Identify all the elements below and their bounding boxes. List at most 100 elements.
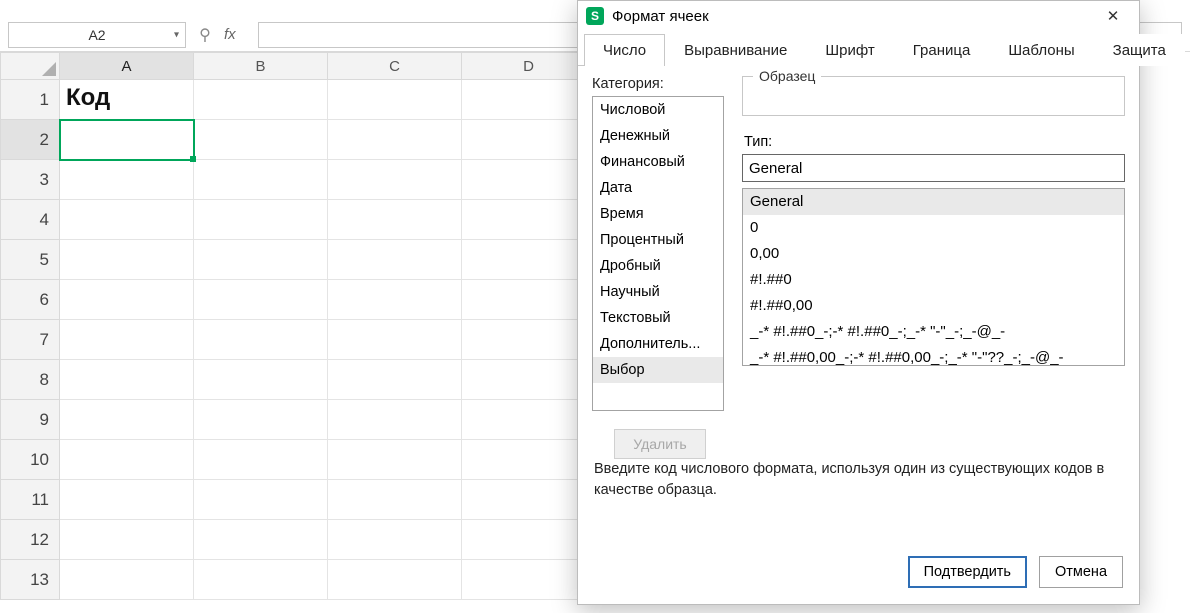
- category-item[interactable]: Научный: [593, 279, 723, 305]
- tab-Защита[interactable]: Защита: [1094, 34, 1185, 66]
- row-header[interactable]: 4: [0, 200, 60, 240]
- row-header[interactable]: 12: [0, 520, 60, 560]
- cell[interactable]: [194, 480, 328, 520]
- cell[interactable]: [328, 480, 462, 520]
- type-item[interactable]: 0: [743, 215, 1124, 241]
- type-item[interactable]: _-* #!.##0,00_-;-* #!.##0,00_-;_-* "-"??…: [743, 345, 1124, 366]
- cell[interactable]: [462, 400, 596, 440]
- cell[interactable]: [60, 440, 194, 480]
- type-item[interactable]: #!.##0,00: [743, 293, 1124, 319]
- tab-Шаблоны[interactable]: Шаблоны: [989, 34, 1093, 66]
- cell[interactable]: [60, 320, 194, 360]
- category-item[interactable]: Время: [593, 201, 723, 227]
- type-item[interactable]: #!.##0: [743, 267, 1124, 293]
- zoom-out-icon[interactable]: ⚲: [196, 25, 214, 45]
- cell[interactable]: [328, 200, 462, 240]
- type-item[interactable]: General: [743, 189, 1124, 215]
- category-item[interactable]: Выбор: [593, 357, 723, 383]
- cell[interactable]: [194, 360, 328, 400]
- cell[interactable]: [60, 480, 194, 520]
- cell[interactable]: [328, 400, 462, 440]
- tab-Число[interactable]: Число: [584, 34, 665, 66]
- cancel-button[interactable]: Отмена: [1039, 556, 1123, 588]
- type-input[interactable]: [742, 154, 1125, 182]
- cell[interactable]: [60, 240, 194, 280]
- column-header[interactable]: D: [462, 52, 596, 80]
- category-item[interactable]: Денежный: [593, 123, 723, 149]
- cell[interactable]: [60, 200, 194, 240]
- row-header[interactable]: 8: [0, 360, 60, 400]
- category-item[interactable]: Дополнитель...: [593, 331, 723, 357]
- category-item[interactable]: Дробный: [593, 253, 723, 279]
- name-box[interactable]: A2 ▾: [8, 22, 186, 48]
- row-header[interactable]: 1: [0, 80, 60, 120]
- cell[interactable]: [328, 440, 462, 480]
- category-item[interactable]: Дата: [593, 175, 723, 201]
- cell[interactable]: [194, 560, 328, 600]
- cell[interactable]: [462, 520, 596, 560]
- cell[interactable]: [194, 320, 328, 360]
- cell[interactable]: [194, 400, 328, 440]
- cell[interactable]: [328, 80, 462, 120]
- cell[interactable]: [328, 120, 462, 160]
- cell[interactable]: [194, 240, 328, 280]
- cell[interactable]: [194, 80, 328, 120]
- tab-Шрифт[interactable]: Шрифт: [806, 34, 893, 66]
- cell[interactable]: [328, 520, 462, 560]
- cell[interactable]: [194, 280, 328, 320]
- cell[interactable]: [462, 440, 596, 480]
- cell[interactable]: [194, 200, 328, 240]
- category-item[interactable]: Числовой: [593, 97, 723, 123]
- cell[interactable]: [194, 520, 328, 560]
- row-header[interactable]: 5: [0, 240, 60, 280]
- type-item[interactable]: 0,00: [743, 241, 1124, 267]
- cell[interactable]: [328, 240, 462, 280]
- cell[interactable]: Код: [60, 80, 194, 120]
- confirm-button[interactable]: Подтвердить: [908, 556, 1027, 588]
- close-icon[interactable]: ✕: [1091, 2, 1135, 30]
- cell[interactable]: [328, 320, 462, 360]
- category-list[interactable]: ЧисловойДенежныйФинансовыйДатаВремяПроце…: [592, 96, 724, 411]
- cell[interactable]: [60, 400, 194, 440]
- row-header[interactable]: 11: [0, 480, 60, 520]
- row-header[interactable]: 13: [0, 560, 60, 600]
- cell[interactable]: [328, 560, 462, 600]
- fx-icon[interactable]: fx: [224, 26, 248, 43]
- cell[interactable]: [60, 120, 194, 160]
- row-header[interactable]: 7: [0, 320, 60, 360]
- cell[interactable]: [60, 520, 194, 560]
- cell[interactable]: [462, 480, 596, 520]
- row-header[interactable]: 10: [0, 440, 60, 480]
- type-list[interactable]: General00,00#!.##0#!.##0,00_-* #!.##0_-;…: [742, 188, 1125, 366]
- cell[interactable]: [462, 320, 596, 360]
- cell[interactable]: [194, 160, 328, 200]
- cell[interactable]: [328, 160, 462, 200]
- cell[interactable]: [462, 360, 596, 400]
- cell[interactable]: [462, 280, 596, 320]
- cell[interactable]: [60, 280, 194, 320]
- cell[interactable]: [462, 80, 596, 120]
- tab-Выравнивание[interactable]: Выравнивание: [665, 34, 806, 66]
- row-header[interactable]: 9: [0, 400, 60, 440]
- cell[interactable]: [328, 360, 462, 400]
- category-item[interactable]: Текстовый: [593, 305, 723, 331]
- cell[interactable]: [462, 160, 596, 200]
- cell[interactable]: [60, 160, 194, 200]
- cell[interactable]: [194, 440, 328, 480]
- cell[interactable]: [462, 240, 596, 280]
- cell[interactable]: [60, 560, 194, 600]
- cell[interactable]: [328, 280, 462, 320]
- select-all-corner[interactable]: [0, 52, 60, 80]
- tab-Граница[interactable]: Граница: [894, 34, 990, 66]
- category-item[interactable]: Процентный: [593, 227, 723, 253]
- row-header[interactable]: 6: [0, 280, 60, 320]
- row-header[interactable]: 2: [0, 120, 60, 160]
- cell[interactable]: [462, 560, 596, 600]
- column-header[interactable]: C: [328, 52, 462, 80]
- column-header[interactable]: A: [60, 52, 194, 80]
- category-item[interactable]: Финансовый: [593, 149, 723, 175]
- row-header[interactable]: 3: [0, 160, 60, 200]
- cell[interactable]: [462, 200, 596, 240]
- cell[interactable]: [60, 360, 194, 400]
- cell[interactable]: [194, 120, 328, 160]
